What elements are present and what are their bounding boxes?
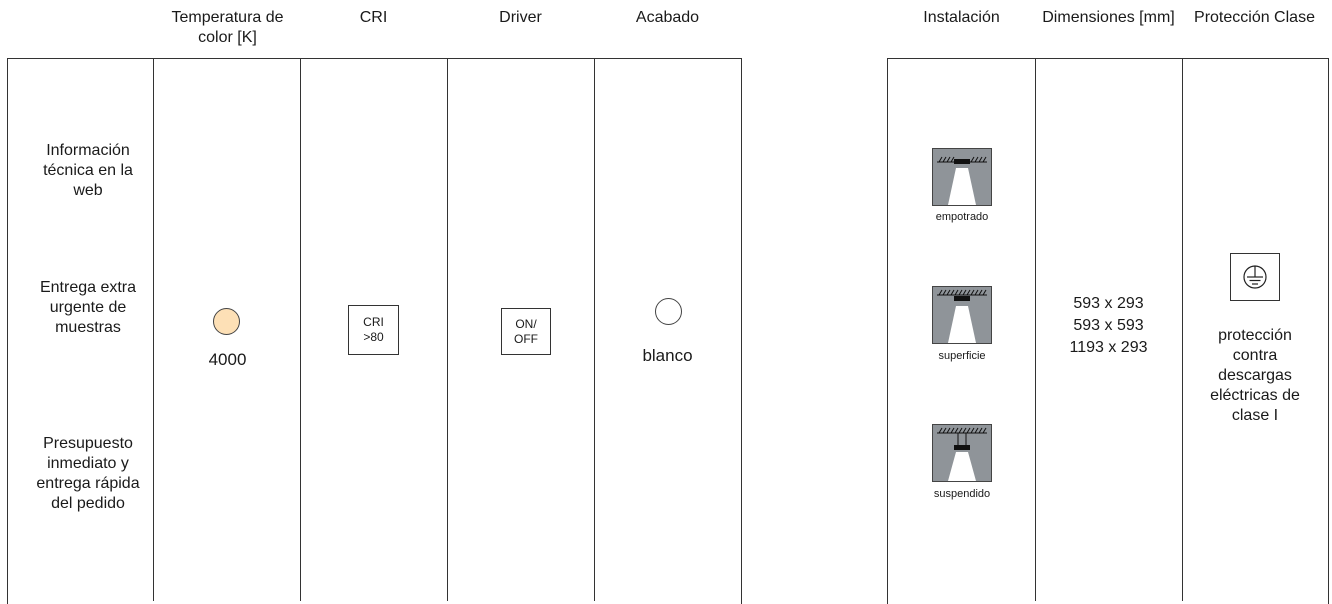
dimension-2: 593 x 593: [1073, 317, 1144, 334]
column-divider: [447, 58, 448, 601]
dimension-3: 1193 x 293: [1069, 339, 1148, 356]
finish-value: blanco: [642, 346, 693, 365]
side-note-web-info: Información técnica en la web: [43, 142, 133, 199]
color-temperature-swatch: [213, 308, 240, 335]
header-dimensiones: Dimensiones [mm]: [1042, 9, 1175, 26]
recessed-install-icon: [932, 148, 992, 206]
finish-color-swatch: [655, 298, 682, 325]
header-instalacion: Instalación: [923, 9, 1000, 26]
driver-badge-line2: OFF: [514, 331, 538, 346]
protection-class-text: protección contra descargas eléctricas d…: [1210, 327, 1300, 424]
header-temperatura: Temperatura de color [K]: [171, 9, 284, 46]
header-acabado: Acabado: [635, 9, 700, 26]
side-note-urgent-samples: Entrega extra urgente de muestras: [39, 279, 137, 336]
header-driver: Driver: [499, 9, 542, 26]
column-divider: [1182, 58, 1183, 601]
header-proteccion: Protección Clase: [1194, 9, 1315, 26]
surface-install-icon: [932, 286, 992, 344]
driver-badge: ON/ OFF: [501, 308, 551, 355]
header-cri: CRI: [359, 9, 388, 26]
driver-badge-line1: ON/: [515, 316, 537, 331]
install-label-recessed: empotrado: [935, 211, 989, 223]
cri-badge: CRI >80: [348, 305, 399, 355]
earth-ground-icon: [1230, 253, 1280, 301]
dimension-1: 593 x 293: [1073, 295, 1144, 312]
cri-badge-line1: CRI: [363, 315, 384, 329]
install-label-suspended: suspendido: [933, 488, 991, 500]
column-divider: [153, 58, 154, 601]
column-divider: [300, 58, 301, 601]
install-label-surface: superficie: [938, 350, 986, 362]
suspended-install-icon: [932, 424, 992, 482]
cri-badge-line2: >80: [363, 330, 384, 344]
side-note-quick-quote: Presupuesto inmediato y entrega rápida d…: [36, 435, 140, 512]
column-divider: [594, 58, 595, 601]
color-temperature-value: 4000: [208, 350, 247, 369]
